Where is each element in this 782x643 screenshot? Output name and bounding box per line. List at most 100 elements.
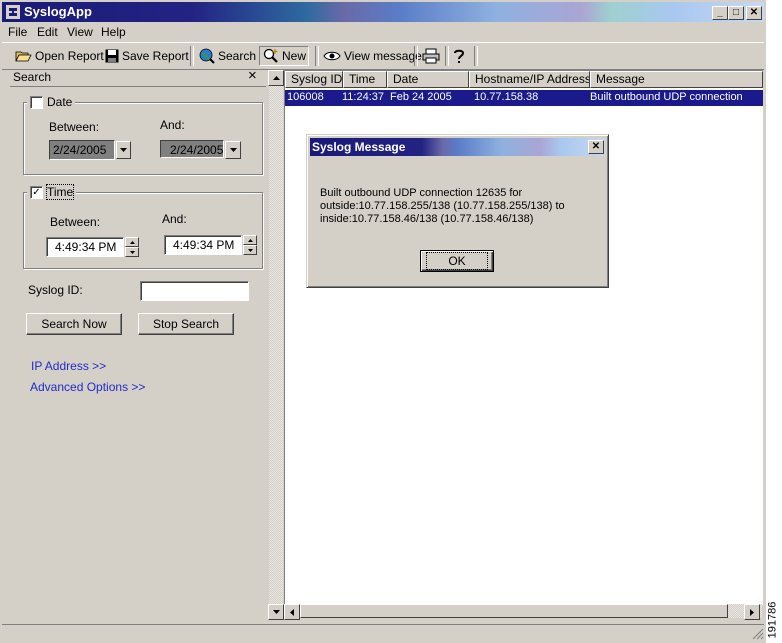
view-message-label: View message <box>344 49 422 63</box>
date-group-header: Date <box>27 95 76 109</box>
app-icon <box>6 5 20 19</box>
maximize-button[interactable]: □ <box>728 6 744 20</box>
title-bar[interactable]: SyslogApp _ □ ✕ <box>2 2 764 22</box>
search-panel-close-icon[interactable]: × <box>248 67 257 84</box>
print-button[interactable] <box>419 46 443 66</box>
close-button[interactable]: ✕ <box>746 6 762 20</box>
column-header-host[interactable]: Hostname/IP Address <box>469 71 590 88</box>
spin-down-icon[interactable] <box>243 245 257 255</box>
cell-time: 11:24:37 <box>342 91 385 103</box>
save-report-button[interactable]: Save Report <box>102 46 192 66</box>
column-header-message[interactable]: Message <box>590 71 763 88</box>
time-between-label: Between: <box>50 215 101 229</box>
time-and-value[interactable]: 4:49:34 PM <box>164 235 242 255</box>
new-label: New <box>282 49 307 63</box>
ip-address-link[interactable]: IP Address >> <box>31 359 106 373</box>
dialog-title: Syslog Message <box>312 140 406 154</box>
stop-search-button[interactable]: Stop Search <box>138 313 234 335</box>
search-panel-header: Search × <box>10 67 266 87</box>
dialog-message-line: inside:10.77.158.46/138 (10.77.158.46/13… <box>320 213 534 225</box>
spin-down-icon[interactable] <box>125 247 139 257</box>
scroll-right-icon[interactable] <box>744 604 760 620</box>
time-and-label: And: <box>162 212 187 226</box>
save-report-label: Save Report <box>122 49 189 63</box>
date-and-picker[interactable]: 2/24/2005 <box>160 140 242 162</box>
cell-host: 10.77.158.38 <box>474 91 539 103</box>
syslog-id-label: Syslog ID: <box>28 283 83 297</box>
toolbar-separator <box>190 46 194 66</box>
syslog-id-input[interactable] <box>140 281 249 301</box>
printer-icon <box>422 48 440 64</box>
menu-help[interactable]: Help <box>101 25 126 39</box>
chevron-down-icon[interactable] <box>225 141 241 159</box>
scroll-thumb[interactable] <box>300 604 728 618</box>
menu-bar: File Edit View Help <box>2 23 764 41</box>
date-and-label: And: <box>160 118 185 132</box>
dialog-message-line: Built outbound UDP connection 12635 for <box>320 187 523 199</box>
date-group <box>23 102 263 175</box>
menu-view[interactable]: View <box>67 25 93 39</box>
syslog-message-dialog: Syslog Message ✕ Built outbound UDP conn… <box>306 134 609 288</box>
scroll-down-icon[interactable] <box>268 604 284 620</box>
time-checkbox[interactable]: ✓ <box>30 185 43 199</box>
panel-scrollbar[interactable] <box>269 70 283 618</box>
date-label: Date <box>47 95 73 109</box>
eye-icon <box>323 51 341 61</box>
open-report-label: Open Report <box>35 49 104 63</box>
search-now-button[interactable]: Search Now <box>26 313 122 335</box>
figure-id-text: 191786 <box>766 601 779 639</box>
table-row[interactable]: 106008 11:24:37 Feb 24 2005 10.77.158.38… <box>285 90 763 106</box>
window-title: SyslogApp <box>24 4 92 19</box>
magnifier-new-icon <box>263 48 278 63</box>
time-between-value[interactable]: 4:49:34 PM <box>46 237 124 257</box>
figure-id-note: 191786 <box>766 600 782 640</box>
time-between-picker[interactable]: 4:49:34 PM <box>46 237 139 258</box>
date-and-value[interactable]: 2/24/2005 <box>160 140 224 158</box>
cell-message: Built outbound UDP connection <box>590 91 743 103</box>
column-header-date[interactable]: Date <box>387 71 469 88</box>
chevron-down-icon[interactable] <box>115 141 131 159</box>
search-label: Search <box>218 49 257 63</box>
date-between-picker[interactable]: 2/24/2005 <box>49 140 131 162</box>
spin-up-icon[interactable] <box>125 237 139 247</box>
time-group-header: ✓ Time <box>27 184 77 200</box>
time-label: Time <box>45 184 75 200</box>
dialog-message-line: outside:10.77.158.255/138 (10.77.158.255… <box>320 200 565 212</box>
dialog-close-button[interactable]: ✕ <box>588 140 604 154</box>
open-report-button[interactable]: Open Report <box>12 46 107 66</box>
globe-search-icon <box>199 48 215 64</box>
view-message-button[interactable]: View message <box>320 46 425 66</box>
spin-up-icon[interactable] <box>243 235 257 245</box>
help-question-icon <box>454 49 465 63</box>
column-header-syslog-id[interactable]: Syslog ID <box>285 71 343 88</box>
dialog-ok-label: OK <box>426 252 488 270</box>
dialog-ok-button[interactable]: OK <box>420 250 494 272</box>
advanced-options-link[interactable]: Advanced Options >> <box>30 380 145 394</box>
menu-file[interactable]: File <box>8 25 27 39</box>
menu-edit[interactable]: Edit <box>37 25 58 39</box>
time-between-spinner[interactable] <box>125 237 139 258</box>
app-window: SyslogApp _ □ ✕ File Edit View Help Open… <box>0 0 766 643</box>
toolbar-separator <box>474 46 478 66</box>
scroll-up-icon[interactable] <box>268 70 284 86</box>
minimize-button[interactable]: _ <box>712 6 728 20</box>
time-and-spinner[interactable] <box>243 235 257 256</box>
dialog-message: Built outbound UDP connection 12635 for … <box>320 187 565 226</box>
toolbar-separator <box>414 46 418 66</box>
date-between-label: Between: <box>49 120 100 134</box>
cell-date: Feb 24 2005 <box>390 91 452 103</box>
search-panel-title: Search <box>13 70 52 84</box>
search-button[interactable]: Search <box>196 46 259 66</box>
column-header-time[interactable]: Time <box>343 71 387 88</box>
dialog-title-bar[interactable]: Syslog Message ✕ <box>310 138 605 156</box>
date-between-value[interactable]: 2/24/2005 <box>49 140 115 160</box>
time-and-picker[interactable]: 4:49:34 PM <box>164 235 257 256</box>
resize-grip-icon[interactable] <box>752 628 764 640</box>
scroll-left-icon[interactable] <box>284 604 300 620</box>
date-checkbox[interactable] <box>30 95 43 109</box>
help-button[interactable] <box>449 46 469 66</box>
cell-syslog-id: 106008 <box>287 91 324 103</box>
new-button[interactable]: New <box>259 46 309 66</box>
floppy-disk-icon <box>105 49 119 63</box>
toolbar: Open Report Save Report Search New View … <box>2 42 764 70</box>
